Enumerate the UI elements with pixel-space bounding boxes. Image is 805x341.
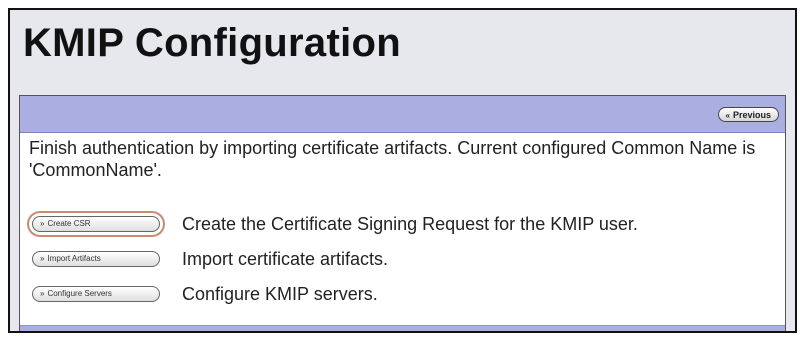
create-csr-button[interactable]: » Create CSR	[32, 216, 160, 232]
create-csr-button-label: Create CSR	[47, 219, 91, 228]
previous-button[interactable]: «Previous	[717, 107, 779, 122]
configure-servers-button-label: Configure Servers	[47, 289, 112, 298]
import-artifacts-description: Import certificate artifacts.	[182, 249, 389, 269]
double-chevron-right-icon: »	[40, 254, 45, 263]
kmip-panel: «Previous Finish authentication by impor…	[19, 95, 786, 331]
panel-footer-bar	[20, 325, 785, 331]
configure-servers-description: Configure KMIP servers.	[182, 284, 378, 304]
import-artifacts-button-label: Import Artifacts	[47, 254, 101, 263]
kmip-config-window: KMIP Configuration «Previous Finish auth…	[8, 8, 797, 333]
page-title: KMIP Configuration	[23, 21, 401, 65]
double-chevron-right-icon: »	[40, 219, 45, 228]
double-chevron-left-icon: «	[725, 111, 730, 120]
create-csr-description: Create the Certificate Signing Request f…	[182, 214, 638, 234]
import-artifacts-button[interactable]: » Import Artifacts	[32, 251, 160, 267]
previous-button-label: Previous	[732, 110, 771, 120]
panel-header-bar: «Previous	[20, 96, 785, 133]
configure-servers-button[interactable]: » Configure Servers	[32, 286, 160, 302]
intro-text: Finish authentication by importing certi…	[29, 138, 756, 180]
double-chevron-right-icon: »	[40, 289, 45, 298]
